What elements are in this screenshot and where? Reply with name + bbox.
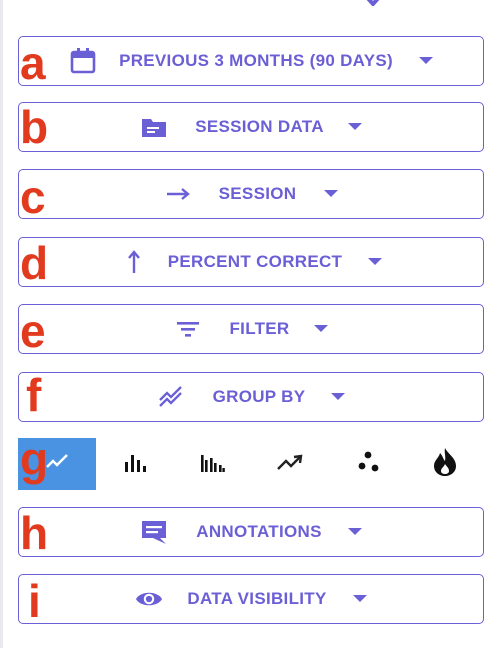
y-axis-dropdown[interactable]: PERCENT CORRECT (18, 237, 484, 287)
annotation-letter-h: h (20, 507, 49, 559)
bar-chart-icon (122, 449, 148, 480)
filter-icon (174, 315, 202, 343)
y-axis-label: PERCENT CORRECT (167, 252, 343, 271)
chevron-down-icon (347, 123, 362, 131)
multiline-icon (157, 383, 185, 411)
date-range-label: PREVIOUS 3 MONTHS (90 DAYS) (119, 51, 393, 70)
chevron-down-icon (324, 190, 339, 198)
date-range-dropdown[interactable]: PREVIOUS 3 MONTHS (90 DAYS) (18, 36, 484, 86)
filter-dropdown[interactable]: FILTER (18, 304, 484, 354)
arrow-up-icon (120, 248, 148, 276)
annotation-letter-e: e (20, 305, 46, 357)
annotation-letter-i: i (28, 575, 41, 627)
scatter-chart-icon (355, 449, 381, 480)
data-visibility-label: DATA VISIBILITY (187, 589, 327, 608)
chart-type-heat[interactable] (406, 438, 484, 490)
heat-chart-icon (431, 447, 459, 482)
grouped-bar-chart-icon (199, 449, 226, 480)
arrow-right-icon (164, 180, 192, 208)
chart-settings-panel: PREVIOUS 3 MONTHS (90 DAYS) SESSION DATA… (0, 0, 504, 648)
x-axis-dropdown[interactable]: SESSION (18, 169, 484, 219)
annotations-label: ANNOTATIONS (196, 522, 322, 541)
chart-type-trend[interactable] (251, 438, 329, 490)
chevron-down-icon (352, 595, 367, 603)
calendar-icon (69, 47, 97, 75)
annotation-letter-b: b (20, 101, 49, 153)
chevron-down-icon (368, 258, 383, 266)
trend-chart-icon (276, 449, 304, 480)
chart-type-grouped-bar[interactable] (174, 438, 252, 490)
group-by-label: GROUP BY (212, 387, 306, 406)
x-axis-label: SESSION (218, 184, 297, 203)
chevron-down-icon (366, 0, 380, 6)
annotation-letter-a: a (20, 37, 46, 89)
chart-type-selector (18, 438, 484, 490)
annotation-letter-d: d (20, 237, 49, 289)
annotation-letter-c: c (20, 171, 46, 223)
panel-divider (0, 0, 3, 648)
data-visibility-dropdown[interactable]: DATA VISIBILITY (18, 574, 484, 624)
chart-type-bar[interactable] (96, 438, 174, 490)
comment-icon (140, 518, 168, 546)
chevron-down-icon (313, 325, 328, 333)
data-source-dropdown[interactable]: SESSION DATA (18, 102, 484, 152)
folder-icon (140, 113, 168, 141)
eye-icon (135, 585, 163, 613)
data-source-label: SESSION DATA (195, 117, 324, 136)
annotations-dropdown[interactable]: ANNOTATIONS (18, 507, 484, 557)
group-by-dropdown[interactable]: GROUP BY (18, 372, 484, 422)
annotation-letter-f: f (26, 369, 42, 421)
filter-label: FILTER (229, 319, 290, 338)
chevron-down-icon (331, 393, 346, 401)
chevron-down-icon (347, 528, 362, 536)
chart-type-scatter[interactable] (329, 438, 407, 490)
chevron-down-icon (418, 57, 433, 65)
annotation-letter-g: g (20, 433, 49, 485)
